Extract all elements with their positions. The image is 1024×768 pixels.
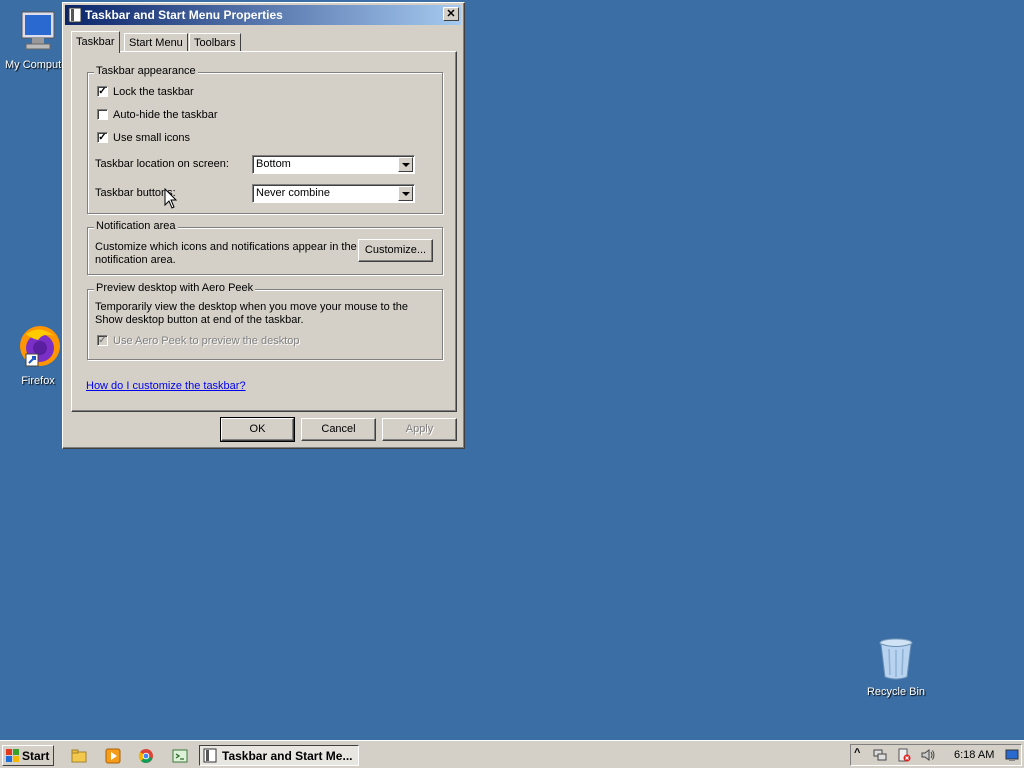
checkmark-icon: ✓ <box>98 86 107 97</box>
auto-hide-checkbox[interactable] <box>97 109 108 120</box>
aero-peek-group: Preview desktop with Aero Peek Temporari… <box>87 282 443 360</box>
firefox-icon <box>20 326 60 367</box>
dialog-title: Taskbar and Start Menu Properties <box>85 8 283 22</box>
lock-taskbar-label[interactable]: Lock the taskbar <box>113 86 194 98</box>
taskbar-properties-icon <box>68 7 82 23</box>
tab-label: Taskbar <box>76 36 115 48</box>
tab-panel-taskbar: Taskbar appearance ✓ Lock the taskbar Au… <box>71 51 457 412</box>
chevron-up-icon[interactable]: ^ <box>854 747 868 761</box>
taskbar-window-button[interactable]: Taskbar and Start Me... <box>199 745 359 766</box>
help-link[interactable]: How do I customize the taskbar? <box>86 380 246 392</box>
auto-hide-label[interactable]: Auto-hide the taskbar <box>113 109 218 121</box>
chevron-down-icon[interactable] <box>398 186 413 201</box>
volume-icon[interactable] <box>921 748 935 762</box>
tab-label: Toolbars <box>194 37 236 49</box>
tab-toolbars[interactable]: Toolbars <box>189 33 241 51</box>
button-label: Cancel <box>321 423 356 435</box>
small-icons-label[interactable]: Use small icons <box>113 132 190 144</box>
file-explorer-icon[interactable] <box>71 748 87 764</box>
start-label: Start <box>22 749 50 763</box>
system-tray: ^ 6:18 AM <box>850 744 1022 766</box>
computer-icon <box>21 11 55 50</box>
windows-logo-icon <box>6 749 19 762</box>
group-title: Preview desktop with Aero Peek <box>94 282 256 294</box>
notification-description: Customize which icons and notifications … <box>95 241 357 253</box>
location-label: Taskbar location on screen: <box>95 158 229 170</box>
taskbar-buttons-value: Never combine <box>256 187 330 199</box>
notification-area-group: Notification area Customize which icons … <box>87 220 443 275</box>
recycle-bin-icon <box>879 638 913 680</box>
checkmark-icon: ✓ <box>98 335 107 346</box>
close-icon: ✕ <box>446 8 456 20</box>
button-label: Customize... <box>364 244 427 256</box>
location-select[interactable]: Bottom <box>252 155 415 174</box>
desktop-icon-recycle-bin[interactable]: Recycle Bin <box>860 637 932 698</box>
notification-description: notification area. <box>95 254 176 266</box>
aero-peek-label: Use Aero Peek to preview the desktop <box>113 335 300 347</box>
action-center-icon[interactable] <box>897 748 911 762</box>
close-button[interactable]: ✕ <box>443 7 459 21</box>
script-editor-icon[interactable] <box>172 748 188 764</box>
customize-button[interactable]: Customize... <box>358 239 433 262</box>
peek-description: Show desktop button at end of the taskba… <box>95 314 304 326</box>
small-icons-checkbox[interactable]: ✓ <box>97 132 108 143</box>
mouse-cursor-icon <box>164 188 178 209</box>
taskbar: Start Taskbar and Start Me... ^ 6:18 AM <box>0 740 1024 768</box>
clock[interactable]: 6:18 AM <box>954 749 994 761</box>
dialog-titlebar[interactable]: Taskbar and Start Menu Properties ✕ <box>65 5 461 25</box>
chevron-down-icon[interactable] <box>398 157 413 172</box>
aero-peek-checkbox: ✓ <box>97 335 108 346</box>
desktop-icon-label: Recycle Bin <box>866 686 926 698</box>
taskbar-buttons-select[interactable]: Never combine <box>252 184 415 203</box>
location-value: Bottom <box>256 158 291 170</box>
show-desktop-icon[interactable] <box>1005 748 1019 762</box>
taskbar-window-label: Taskbar and Start Me... <box>222 749 353 763</box>
chrome-icon[interactable] <box>138 748 154 764</box>
ok-button[interactable]: OK <box>220 417 295 442</box>
taskbar-properties-icon <box>203 748 217 763</box>
group-title: Notification area <box>94 220 178 232</box>
group-title: Taskbar appearance <box>94 65 198 77</box>
apply-button: Apply <box>382 418 457 441</box>
tab-taskbar[interactable]: Taskbar <box>71 31 120 53</box>
button-label: Apply <box>405 423 434 435</box>
media-player-icon[interactable] <box>105 748 121 764</box>
peek-description: Temporarily view the desktop when you mo… <box>95 301 409 313</box>
start-button[interactable]: Start <box>2 745 54 766</box>
network-icon[interactable] <box>873 748 887 762</box>
tab-start-menu[interactable]: Start Menu <box>124 33 188 51</box>
taskbar-appearance-group: Taskbar appearance ✓ Lock the taskbar Au… <box>87 65 443 214</box>
tab-label: Start Menu <box>129 37 183 49</box>
checkmark-icon: ✓ <box>98 132 107 143</box>
cancel-button[interactable]: Cancel <box>301 418 376 441</box>
taskbar-properties-dialog: Taskbar and Start Menu Properties ✕ Task… <box>62 2 465 449</box>
lock-taskbar-checkbox[interactable]: ✓ <box>97 86 108 97</box>
button-label: OK <box>249 423 266 435</box>
